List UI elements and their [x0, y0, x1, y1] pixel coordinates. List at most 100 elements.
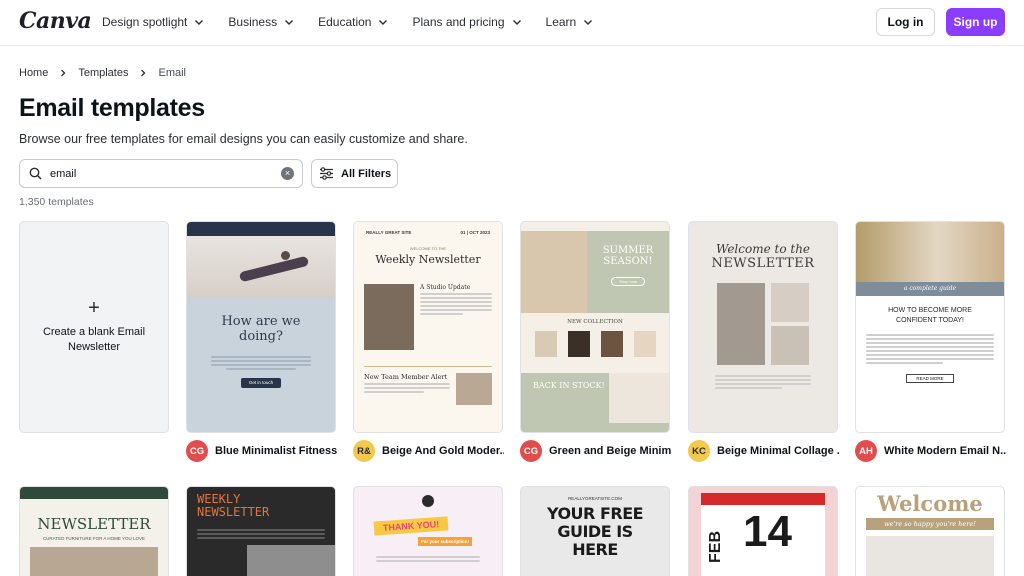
search-box: ×	[19, 159, 303, 188]
template-card-newsletter-green[interactable]: NEWSLETTER CURATED FURNITURE FOR A HOME …	[19, 486, 169, 576]
canva-logo[interactable]: Canva	[19, 8, 92, 34]
template-title: Green and Beige Minim...	[549, 445, 671, 457]
clear-search-icon[interactable]: ×	[281, 167, 294, 180]
card-back: BACK IN STOCK!	[533, 381, 605, 390]
card-sub: CURATED FURNITURE FOR A HOME YOU LOVE	[42, 536, 146, 541]
template-caption[interactable]: CG Blue Minimalist Fitness...	[186, 440, 337, 462]
template-title: Beige Minimal Collage ...	[717, 445, 839, 457]
card-button: Get in touch	[241, 378, 281, 388]
nav-education[interactable]: Education	[318, 15, 388, 29]
card-topline: REALLY GREAT SITE 01 | OCT 2023	[354, 222, 502, 235]
search-icon	[29, 167, 42, 180]
card-heading: YOUR FREE GUIDE IS HERE	[546, 504, 644, 559]
card-member: New Team Member Alert	[364, 373, 448, 381]
template-caption[interactable]: R& Beige And Gold Moder...	[353, 440, 504, 462]
filter-sliders-icon	[320, 167, 333, 180]
card-heading: WEEKLY NEWSLETTER	[197, 492, 270, 519]
plus-icon: +	[88, 297, 100, 319]
chevron-down-icon	[195, 20, 204, 25]
card-sub: we're so happy you're here!	[866, 518, 994, 530]
creator-avatar: R&	[353, 440, 375, 462]
filters-label: All Filters	[341, 167, 392, 180]
nav-label: Learn	[545, 15, 577, 29]
card-day: 14	[743, 507, 792, 556]
chevron-down-icon	[379, 20, 388, 25]
card-heading: NEWSLETTER	[37, 515, 151, 533]
breadcrumb-templates[interactable]: Templates	[78, 67, 128, 79]
template-card-blue-fitness[interactable]: How are we doing? Get in touch	[186, 221, 336, 433]
chevron-down-icon	[512, 20, 521, 25]
card-header-bar	[187, 222, 335, 236]
nav-learn[interactable]: Learn	[546, 15, 594, 29]
card-collection: NEW COLLECTION	[567, 319, 623, 325]
template-title: White Modern Email N...	[884, 445, 1006, 457]
template-card-weekly-dark[interactable]: WEEKLY NEWSLETTER	[186, 486, 336, 576]
signup-button[interactable]: Sign up	[946, 8, 1005, 36]
card-button: READ MORE	[906, 374, 954, 383]
card-top: REALLYGREATSITE.COM	[568, 496, 622, 501]
card-date: 01 | OCT 2023	[460, 230, 490, 235]
nav-label: Education	[318, 15, 372, 29]
template-card-white-modern[interactable]: a complete guide HOW TO BECOME MORE CONF…	[855, 221, 1005, 433]
card-month: FEB	[707, 531, 724, 563]
card-heading: How are we doing?	[221, 314, 301, 344]
nav-plans-pricing[interactable]: Plans and pricing	[412, 15, 521, 29]
card-photo	[521, 231, 587, 313]
creator-avatar: KC	[688, 440, 710, 462]
card-sub: A Studio Update	[420, 284, 471, 291]
card-photo	[856, 222, 1004, 282]
template-card-free-guide[interactable]: REALLYGREATSITE.COM YOUR FREE GUIDE IS H…	[520, 486, 670, 576]
card-heading: THANK YOU!	[373, 516, 449, 536]
chevron-right-icon	[141, 69, 146, 77]
template-title: Beige And Gold Moder...	[382, 445, 504, 457]
nav-label: Plans and pricing	[412, 15, 505, 29]
breadcrumb-home[interactable]: Home	[19, 67, 48, 79]
page-subtitle: Browse our free templates for email desi…	[19, 132, 468, 146]
card-heading: HOW TO BECOME MORE CONFIDENT TODAY!	[888, 307, 972, 324]
page-title: Email templates	[19, 94, 205, 122]
template-card-welcome[interactable]: Welcome we're so happy you're here!	[855, 486, 1005, 576]
card-heading: NEWSLETTER	[711, 256, 815, 271]
login-button[interactable]: Log in	[876, 8, 935, 36]
card-sub: For your subscription!	[418, 537, 472, 546]
template-card-beige-collage[interactable]: Welcome to the NEWSLETTER	[688, 221, 838, 433]
nav-business[interactable]: Business	[228, 15, 294, 29]
creator-avatar: CG	[186, 440, 208, 462]
card-heading: Weekly Newsletter	[375, 253, 481, 266]
nav-label: Design spotlight	[102, 15, 188, 29]
template-caption[interactable]: AH White Modern Email N...	[855, 440, 1006, 462]
template-card-valentines[interactable]: FEB 14	[688, 486, 838, 576]
nav-label: Business	[228, 15, 278, 29]
template-title: Blue Minimalist Fitness...	[215, 445, 337, 457]
card-script: Welcome to the	[715, 242, 811, 256]
card-site: REALLY GREAT SITE	[366, 230, 412, 235]
creator-avatar: CG	[520, 440, 542, 462]
chevron-down-icon	[285, 20, 294, 25]
breadcrumb: Home Templates Email	[19, 67, 186, 79]
creator-avatar: AH	[855, 440, 877, 462]
card-photo-2	[456, 373, 492, 405]
search-input[interactable]	[50, 167, 270, 180]
top-navigation: Canva Design spotlight Business Educatio…	[0, 0, 1024, 46]
template-card-green-beige[interactable]: SUMMER SEASON! Shop now NEW COLLECTION B…	[520, 221, 670, 433]
card-heading: SUMMER SEASON!	[602, 245, 654, 267]
card-welcome: WELCOME TO THE	[409, 246, 447, 251]
template-caption[interactable]: CG Green and Beige Minim...	[520, 440, 671, 462]
card-button: Shop now	[611, 277, 645, 286]
create-blank-label: Create a blank Email Newsletter	[42, 326, 146, 353]
card-photo	[187, 236, 335, 298]
chevron-down-icon	[584, 20, 593, 25]
card-heading: Welcome	[877, 491, 983, 516]
card-banner: a complete guide	[856, 282, 1004, 296]
main-nav: Design spotlight Business Education Plan…	[102, 0, 617, 44]
card-photo	[364, 284, 414, 350]
template-count: 1,350 templates	[19, 196, 94, 208]
all-filters-button[interactable]: All Filters	[311, 159, 398, 188]
create-blank-card[interactable]: + Create a blank Email Newsletter	[19, 221, 169, 433]
chevron-right-icon	[61, 69, 66, 77]
template-caption[interactable]: KC Beige Minimal Collage ...	[688, 440, 839, 462]
breadcrumb-current: Email	[158, 67, 186, 79]
nav-design-spotlight[interactable]: Design spotlight	[102, 15, 204, 29]
template-card-thank-you[interactable]: THANK YOU! For your subscription!	[353, 486, 503, 576]
template-card-beige-gold[interactable]: REALLY GREAT SITE 01 | OCT 2023 WELCOME …	[353, 221, 503, 433]
